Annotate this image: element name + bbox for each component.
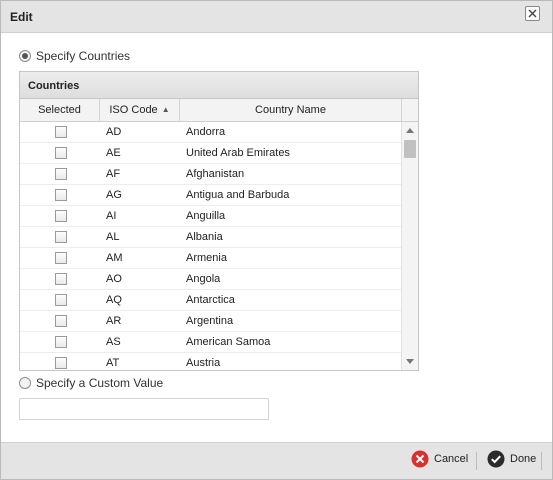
country-name-cell: Anguilla xyxy=(186,210,226,222)
country-name-cell: Afghanistan xyxy=(186,168,245,180)
row-select-checkbox[interactable] xyxy=(55,273,67,285)
table-row[interactable]: AG Antigua and Barbuda xyxy=(20,185,418,206)
iso-code-cell: AE xyxy=(106,147,121,159)
iso-code-cell: AS xyxy=(106,336,121,348)
table-row[interactable]: AS American Samoa xyxy=(20,332,418,353)
country-name-cell: Antigua and Barbuda xyxy=(186,189,290,201)
table-row[interactable]: AT Austria xyxy=(20,353,418,370)
column-header-iso-label: ISO Code xyxy=(109,104,158,116)
scroll-thumb[interactable] xyxy=(404,140,416,158)
specify-custom-label: Specify a Custom Value xyxy=(36,376,164,390)
country-name-cell: Andorra xyxy=(186,126,226,138)
iso-code-cell: AG xyxy=(106,189,122,201)
row-select-checkbox[interactable] xyxy=(55,315,67,327)
grid-body: AD Andorra AE United Arab Emirates AF Afghani… xyxy=(20,122,418,370)
scroll-down-arrow-icon[interactable] xyxy=(406,359,414,364)
column-header-iso-code[interactable]: ISO Code ▲ xyxy=(100,99,180,121)
cancel-button[interactable]: Cancel xyxy=(411,450,468,468)
country-name-cell: United Arab Emirates xyxy=(186,147,290,159)
done-check-icon xyxy=(487,450,505,468)
country-name-cell: Albania xyxy=(186,231,223,243)
table-row[interactable]: AF Afghanistan xyxy=(20,164,418,185)
row-select-checkbox[interactable] xyxy=(55,231,67,243)
country-name-cell: Angola xyxy=(186,273,221,285)
iso-code-cell: AQ xyxy=(106,294,122,306)
cancel-x-icon xyxy=(411,450,429,468)
row-select-checkbox[interactable] xyxy=(55,147,67,159)
table-row[interactable]: AO Angola xyxy=(20,269,418,290)
iso-code-cell: AM xyxy=(106,252,123,264)
countries-grid: Countries Selected ISO Code ▲ Country Nam… xyxy=(19,71,419,371)
table-row[interactable]: AE United Arab Emirates xyxy=(20,143,418,164)
row-select-checkbox[interactable] xyxy=(55,189,67,201)
iso-code-cell: AO xyxy=(106,273,122,285)
row-select-checkbox[interactable] xyxy=(55,168,67,180)
dialog-title: Edit xyxy=(10,10,33,24)
sort-ascending-icon: ▲ xyxy=(161,105,170,114)
column-header-name-label: Country Name xyxy=(255,104,326,116)
specify-custom-option[interactable]: Specify a Custom Value xyxy=(19,376,163,390)
table-row[interactable]: AD Andorra xyxy=(20,122,418,143)
country-name-cell: Antarctica xyxy=(186,294,235,306)
row-select-checkbox[interactable] xyxy=(55,336,67,348)
specify-countries-label: Specify Countries xyxy=(36,49,131,63)
grid-caption: Countries xyxy=(20,72,418,99)
country-name-cell: American Samoa xyxy=(186,336,271,348)
row-select-checkbox[interactable] xyxy=(55,294,67,306)
iso-code-cell: AR xyxy=(106,315,122,327)
specify-countries-option[interactable]: Specify Countries xyxy=(19,49,130,63)
table-row[interactable]: AM Armenia xyxy=(20,248,418,269)
iso-code-cell: AT xyxy=(106,357,120,369)
dialog-footer: Cancel Done xyxy=(1,442,552,479)
row-select-checkbox[interactable] xyxy=(55,357,67,369)
column-header-selected[interactable]: Selected xyxy=(20,99,100,121)
row-select-checkbox[interactable] xyxy=(55,126,67,138)
row-select-checkbox[interactable] xyxy=(55,210,67,222)
done-button[interactable]: Done xyxy=(487,450,536,468)
dialog-titlebar: Edit xyxy=(1,1,552,33)
custom-value-input[interactable] xyxy=(19,398,269,420)
specify-countries-radio[interactable] xyxy=(19,50,31,62)
iso-code-cell: AI xyxy=(106,210,117,222)
footer-separator xyxy=(476,452,477,470)
grid-scrollbar[interactable] xyxy=(401,122,418,370)
edit-dialog: Edit Specify Countries Countries Selecte… xyxy=(0,0,553,480)
country-name-cell: Argentina xyxy=(186,315,234,327)
grid-rows: AD Andorra AE United Arab Emirates AF Afghani… xyxy=(20,122,418,370)
country-name-cell: Armenia xyxy=(186,252,227,264)
column-header-selected-label: Selected xyxy=(38,104,81,116)
column-header-country-name[interactable]: Country Name xyxy=(180,99,402,121)
scroll-up-arrow-icon[interactable] xyxy=(406,128,414,133)
table-row[interactable]: AL Albania xyxy=(20,227,418,248)
table-row[interactable]: AR Argentina xyxy=(20,311,418,332)
close-icon xyxy=(528,9,537,18)
iso-code-cell: AD xyxy=(106,126,122,138)
table-row[interactable]: AI Anguilla xyxy=(20,206,418,227)
country-name-cell: Austria xyxy=(186,357,221,369)
cancel-label: Cancel xyxy=(434,453,469,465)
grid-header: Selected ISO Code ▲ Country Name xyxy=(20,99,418,122)
done-label: Done xyxy=(510,453,537,465)
specify-custom-radio[interactable] xyxy=(19,377,31,389)
iso-code-cell: AF xyxy=(106,168,121,180)
row-select-checkbox[interactable] xyxy=(55,252,67,264)
table-row[interactable]: AQ Antarctica xyxy=(20,290,418,311)
iso-code-cell: AL xyxy=(106,231,120,243)
close-button[interactable] xyxy=(525,6,540,21)
footer-separator xyxy=(541,452,542,470)
